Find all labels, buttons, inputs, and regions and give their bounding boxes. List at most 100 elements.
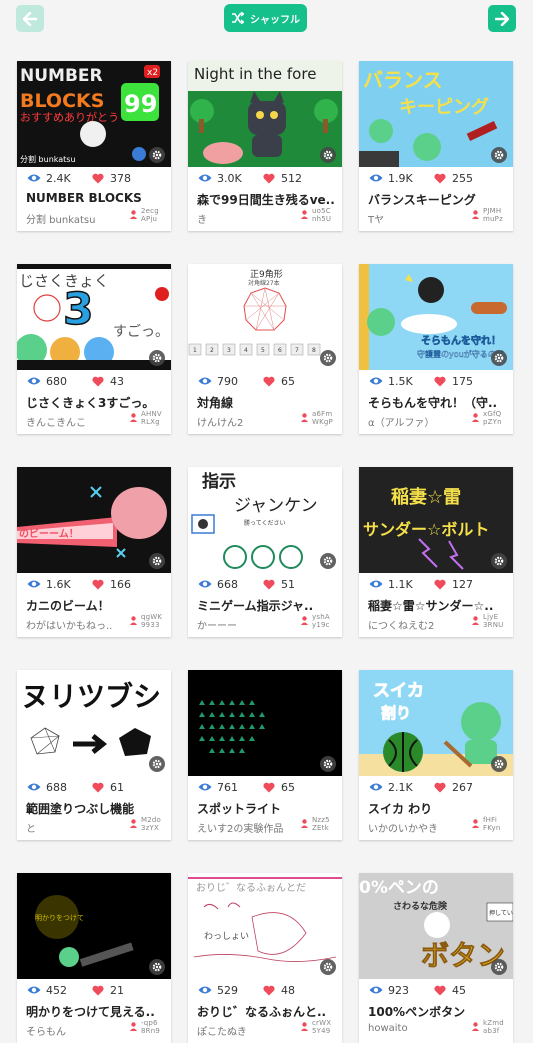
author-name[interactable]: 分割 bunkatsu [26,211,126,226]
heart-icon [92,985,104,995]
gear-icon[interactable] [149,147,165,163]
author-name[interactable]: き [197,211,297,226]
project-title[interactable]: 森で99日間生き残るve.. [197,191,335,208]
author-name[interactable]: につくねえむ2 [368,617,468,632]
user-pin-icon [472,413,479,422]
thumbnail[interactable]: 指示 ジャンケン 勝ってください [188,467,342,573]
gear-icon[interactable] [320,553,336,569]
gear-icon[interactable] [320,959,336,975]
project-title[interactable]: バランスキーピング [368,191,506,208]
thumb-text: おりじ゛なるふぉんとだ [196,882,306,894]
gear-icon[interactable] [149,756,165,772]
like-count: 175 [452,374,473,388]
thumbnail[interactable]: NUMBER BLOCKS おすすめありがとう 99 x2 分割 bunkats… [17,61,171,167]
thumb-text: 6 [278,347,282,354]
user-pin-icon [301,616,308,625]
author-name[interactable]: Tヤ [368,211,468,226]
project-card[interactable]: NUMBER BLOCKS おすすめありがとう 99 x2 分割 bunkats… [17,61,171,231]
gear-icon[interactable] [491,553,507,569]
project-card[interactable]: スイカ 割り 2.1K 267 スイカ わり いかのいかやき fHFi FKyn [359,670,513,840]
thumbnail[interactable]: ヌリツブシ [17,670,171,776]
thumbnail[interactable]: 稲妻☆雷 サンダー☆ボルト [359,467,513,573]
thumbnail[interactable]: 0%ペンの さわるな危険 ボタン 押してい [359,873,513,979]
author-name[interactable]: けんけん2 [197,414,297,429]
thumbnail[interactable]: のビーーム！ [17,467,171,573]
project-card[interactable]: 明かりをつけて 452 21 明かりをつけて見える.. そらもん -qp6 8R… [17,873,171,1043]
author-name[interactable]: いかのいかやき [368,820,468,835]
gear-icon[interactable] [491,147,507,163]
user-code: xGfQ pZYn [483,410,502,426]
project-title[interactable]: じさくきょく3すごっ。 [26,394,164,411]
author-name[interactable]: α（アルファ） [368,414,468,429]
thumbnail[interactable]: バランス キーピング [359,61,513,167]
author-name[interactable]: と [26,820,126,835]
thumb-text: すごっ。 [113,324,169,340]
gear-icon[interactable] [491,959,507,975]
view-count: 1.6K [46,577,71,591]
author-name[interactable]: かーーー [197,617,297,632]
thumbnail[interactable]: 明かりをつけて [17,873,171,979]
project-title[interactable]: 対角線 [197,394,335,411]
project-card[interactable]: Night in the fore 3.0K 512 森で99日間生き残るve.… [188,61,342,231]
eye-icon [369,783,383,791]
project-card[interactable]: 761 65 スポットライト えいす2の実験作品 Nzz5 ZEtk [188,670,342,840]
stats-row: 2.4K 378 [27,171,131,185]
user-code: AHNV RLXg [141,410,162,426]
thumbnail[interactable]: 正9角形 対角線27本 1 2 3 4 5 6 7 8 [188,264,342,370]
project-title[interactable]: カニのビーム！ [26,597,164,614]
project-title[interactable]: 明かりをつけて見える.. [26,1003,164,1020]
thumbnail[interactable]: スイカ 割り [359,670,513,776]
project-card[interactable]: 指示 ジャンケン 勝ってください 668 51 ミニゲーム指示ジャ.. かーーー… [188,467,342,637]
author-name[interactable]: そらもん [26,1023,126,1038]
project-title[interactable]: スイカ わり [368,800,506,817]
stats-row: 529 48 [198,983,295,997]
eye-icon [198,783,212,791]
shuffle-button[interactable]: シャッフル [224,4,307,32]
user-code: kZmd ab3f [483,1019,504,1035]
project-title[interactable]: 範囲塗りつぶし機能 [26,800,164,817]
thumbnail[interactable] [188,670,342,776]
like-count: 61 [110,780,124,794]
project-card[interactable]: じさくきょく 3 すごっ。 680 43 じさくきょく3すごっ。 きんこきんこ … [17,264,171,434]
author-name[interactable]: ぽこたぬき [197,1023,297,1038]
like-count: 65 [281,374,295,388]
author-name[interactable]: わがはいかもねっ.. [26,617,126,632]
author-name[interactable]: howaito [368,1023,468,1034]
view-count: 529 [217,983,238,997]
project-title[interactable]: NUMBER BLOCKS [26,191,164,205]
project-title[interactable]: 100%ペンボタン [368,1003,506,1020]
author-name[interactable]: きんこきんこ [26,414,126,429]
like-count: 512 [281,171,302,185]
project-title[interactable]: スポットライト [197,800,335,817]
gear-icon[interactable] [149,553,165,569]
project-title[interactable]: 稲妻☆雷☆サンダー☆.. [368,597,506,614]
project-card[interactable]: 正9角形 対角線27本 1 2 3 4 5 6 7 8 790 65 対角線 け… [188,264,342,434]
project-card[interactable]: 稲妻☆雷 サンダー☆ボルト 1.1K 127 稲妻☆雷☆サンダー☆.. につくね… [359,467,513,637]
project-title[interactable]: ミニゲーム指示ジャ.. [197,597,335,614]
project-card[interactable]: 0%ペンの さわるな危険 ボタン 押してい 923 45 100%ペンボタン h… [359,873,513,1043]
project-title[interactable]: そらもんを守れ！（守.. [368,394,506,411]
thumbnail[interactable]: じさくきょく 3 すごっ。 [17,264,171,370]
gear-icon[interactable] [491,350,507,366]
heart-icon [263,376,275,386]
eye-icon [27,377,41,385]
project-card[interactable]: そらもんを守れ！ 守護霊のyouが守るのだ 1.5K 175 そらもんを守れ！（… [359,264,513,434]
gear-icon[interactable] [320,350,336,366]
project-card[interactable]: ヌリツブシ 688 61 範囲塗りつぶし機能 と M2do 3zYX [17,670,171,840]
gear-icon[interactable] [491,756,507,772]
author-name[interactable]: えいす2の実験作品 [197,820,297,835]
thumbnail[interactable]: そらもんを守れ！ 守護霊のyouが守るのだ [359,264,513,370]
next-button[interactable] [488,5,516,32]
gear-icon[interactable] [320,147,336,163]
gear-icon[interactable] [149,959,165,975]
project-card[interactable]: おりじ゛なるふぉんとだ わっしょい 529 48 おりじ゛なるふぉんと.. ぽこ… [188,873,342,1043]
gear-icon[interactable] [149,350,165,366]
project-card[interactable]: のビーーム！ 1.6K 166 カニのビーム！ わがはいかもねっ.. qgWK … [17,467,171,637]
project-title[interactable]: おりじ゛なるふぉんと.. [197,1003,335,1020]
thumbnail[interactable]: おりじ゛なるふぉんとだ わっしょい [188,873,342,979]
thumbnail[interactable]: Night in the fore [188,61,342,167]
back-button[interactable] [16,5,44,32]
project-card[interactable]: バランス キーピング 1.9K 255 バランスキーピング Tヤ PJMH mu… [359,61,513,231]
gear-icon[interactable] [320,756,336,772]
user-code: PJMH muPz [483,207,503,223]
